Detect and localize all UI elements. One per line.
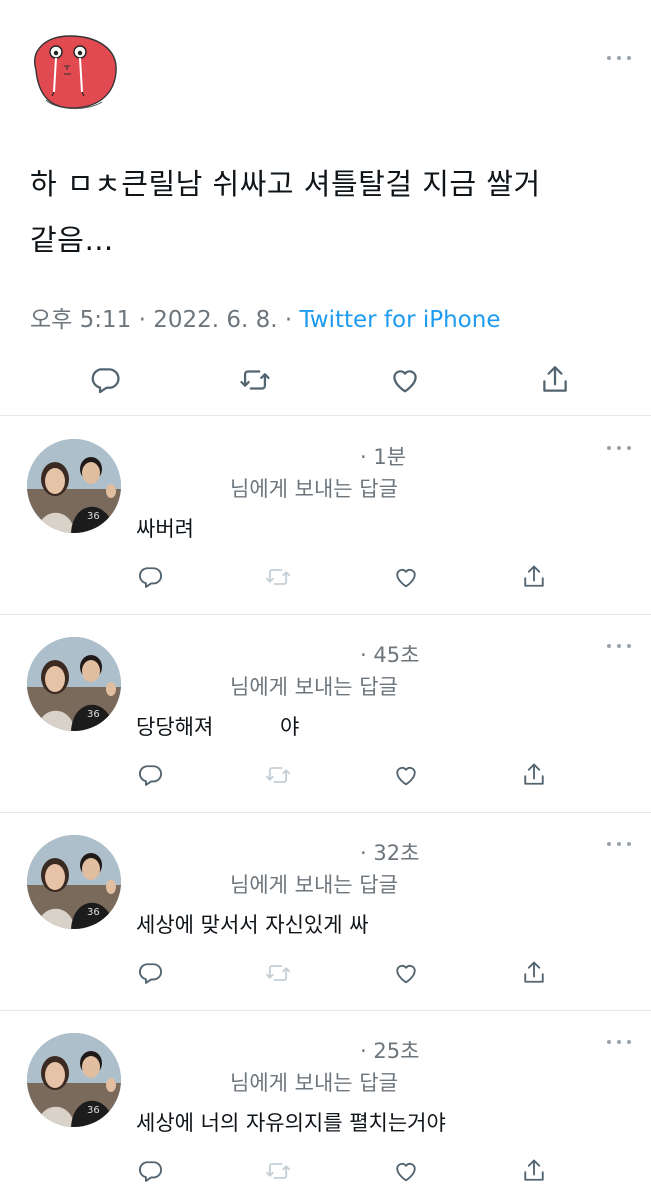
- couple-photo-avatar: 36: [27, 1033, 121, 1127]
- avatar[interactable]: 36: [27, 1033, 121, 1127]
- like-button[interactable]: [386, 557, 426, 597]
- reply-time: · 25초: [360, 1039, 420, 1063]
- tweet-date: 2022. 6. 8.: [153, 307, 278, 333]
- share-icon: [543, 366, 567, 392]
- svg-text:36: 36: [87, 709, 100, 720]
- avatar[interactable]: 36: [27, 637, 121, 731]
- replying-to-label: 님에게 보내는 답글: [230, 675, 398, 699]
- avatar[interactable]: 36: [27, 835, 121, 929]
- reply-icon: [138, 567, 162, 588]
- reply-actions: [0, 953, 651, 989]
- replying-to-label: 님에게 보내는 답글: [230, 477, 398, 501]
- tweet-text: 하 ㅁㅊ큰릴남 쉬싸고 셔틀탈걸 지금 쌀거 같음…: [30, 167, 541, 257]
- tweet-meta: 오후 5:11 · 2022. 6. 8. · Twitter for iPho…: [30, 300, 501, 334]
- reply-actions: [0, 755, 651, 791]
- like-button[interactable]: [386, 755, 426, 795]
- share-button[interactable]: [535, 360, 575, 400]
- svg-text:36: 36: [87, 1105, 100, 1116]
- tweet-source-link[interactable]: Twitter for iPhone: [300, 307, 501, 333]
- reply-actions: [0, 1151, 651, 1187]
- svg-text:36: 36: [87, 511, 100, 522]
- reply-time: · 32초: [360, 841, 420, 865]
- like-button[interactable]: [386, 953, 426, 993]
- reply-tweet[interactable]: 36 · 32초 님에게 보내는 답글 세상에 맞서서 자신있게 싸: [0, 813, 651, 1011]
- reply-tweet[interactable]: 36 · 25초 님에게 보내는 답글 세상에 너의 자유의지를 펼치는거야: [0, 1011, 651, 1200]
- share-icon: [524, 565, 544, 587]
- couple-photo-avatar: 36: [27, 637, 121, 731]
- couple-photo-avatar: 36: [27, 835, 121, 929]
- reply-button[interactable]: [85, 360, 125, 400]
- reply-tweet[interactable]: 36 · 1분 님에게 보내는 답글 싸버려: [0, 417, 651, 615]
- share-icon: [524, 763, 544, 785]
- reply-icon: [91, 368, 120, 394]
- share-icon: [524, 961, 544, 983]
- reply-button[interactable]: [130, 953, 170, 993]
- reply-text: 당당해져 야: [136, 715, 300, 739]
- like-button[interactable]: [385, 360, 425, 400]
- like-icon: [396, 1162, 416, 1182]
- more-options-icon[interactable]: [604, 441, 634, 455]
- more-options-icon[interactable]: [604, 837, 634, 851]
- avatar[interactable]: [26, 30, 122, 114]
- retweet-icon: [265, 767, 291, 783]
- reply-time: · 1분: [360, 445, 407, 469]
- reply-text: 세상에 너의 자유의지를 펼치는거야: [136, 1111, 446, 1135]
- retweet-icon: [265, 1163, 291, 1179]
- retweet-button[interactable]: [258, 557, 298, 597]
- retweet-icon: [265, 965, 291, 981]
- retweet-button[interactable]: [258, 953, 298, 993]
- retweet-icon: [265, 569, 291, 585]
- share-button[interactable]: [514, 1151, 554, 1191]
- meta-separator: ·: [284, 307, 293, 333]
- retweet-button[interactable]: [258, 1151, 298, 1191]
- reply-button[interactable]: [130, 755, 170, 795]
- like-icon: [396, 568, 416, 588]
- retweet-button[interactable]: [235, 360, 275, 400]
- meta-separator: ·: [138, 307, 146, 333]
- avatar[interactable]: 36: [27, 439, 121, 533]
- retweet-icon: [240, 370, 270, 390]
- crying-blob-icon: [34, 35, 117, 109]
- replying-to-label: 님에게 보내는 답글: [230, 1071, 398, 1095]
- more-options-icon[interactable]: [604, 1035, 634, 1049]
- couple-photo-avatar: 36: [27, 439, 121, 533]
- main-tweet: 하 ㅁㅊ큰릴남 쉬싸고 셔틀탈걸 지금 쌀거 같음… 오후 5:11 · 202…: [0, 0, 651, 416]
- like-icon: [396, 964, 416, 984]
- tweet-actions: [0, 360, 651, 400]
- reply-button[interactable]: [130, 557, 170, 597]
- reply-text: 세상에 맞서서 자신있게 싸: [136, 913, 369, 937]
- svg-text:36: 36: [87, 907, 100, 918]
- share-button[interactable]: [514, 557, 554, 597]
- tweet-time: 오후 5:11: [30, 307, 132, 333]
- reply-icon: [138, 963, 162, 984]
- replying-to-label: 님에게 보내는 답글: [230, 873, 398, 897]
- like-icon: [393, 370, 417, 393]
- more-options-icon[interactable]: [604, 51, 634, 65]
- like-button[interactable]: [386, 1151, 426, 1191]
- reply-icon: [138, 765, 162, 786]
- reply-time: · 45초: [360, 643, 420, 667]
- share-button[interactable]: [514, 755, 554, 795]
- reply-actions: [0, 557, 651, 593]
- retweet-button[interactable]: [258, 755, 298, 795]
- share-button[interactable]: [514, 953, 554, 993]
- reply-icon: [138, 1161, 162, 1182]
- more-options-icon[interactable]: [604, 639, 634, 653]
- reply-tweet[interactable]: 36 · 45초 님에게 보내는 답글 당당해져 야: [0, 615, 651, 813]
- share-icon: [524, 1159, 544, 1181]
- reply-button[interactable]: [130, 1151, 170, 1191]
- like-icon: [396, 766, 416, 786]
- reply-text: 싸버려: [136, 517, 194, 541]
